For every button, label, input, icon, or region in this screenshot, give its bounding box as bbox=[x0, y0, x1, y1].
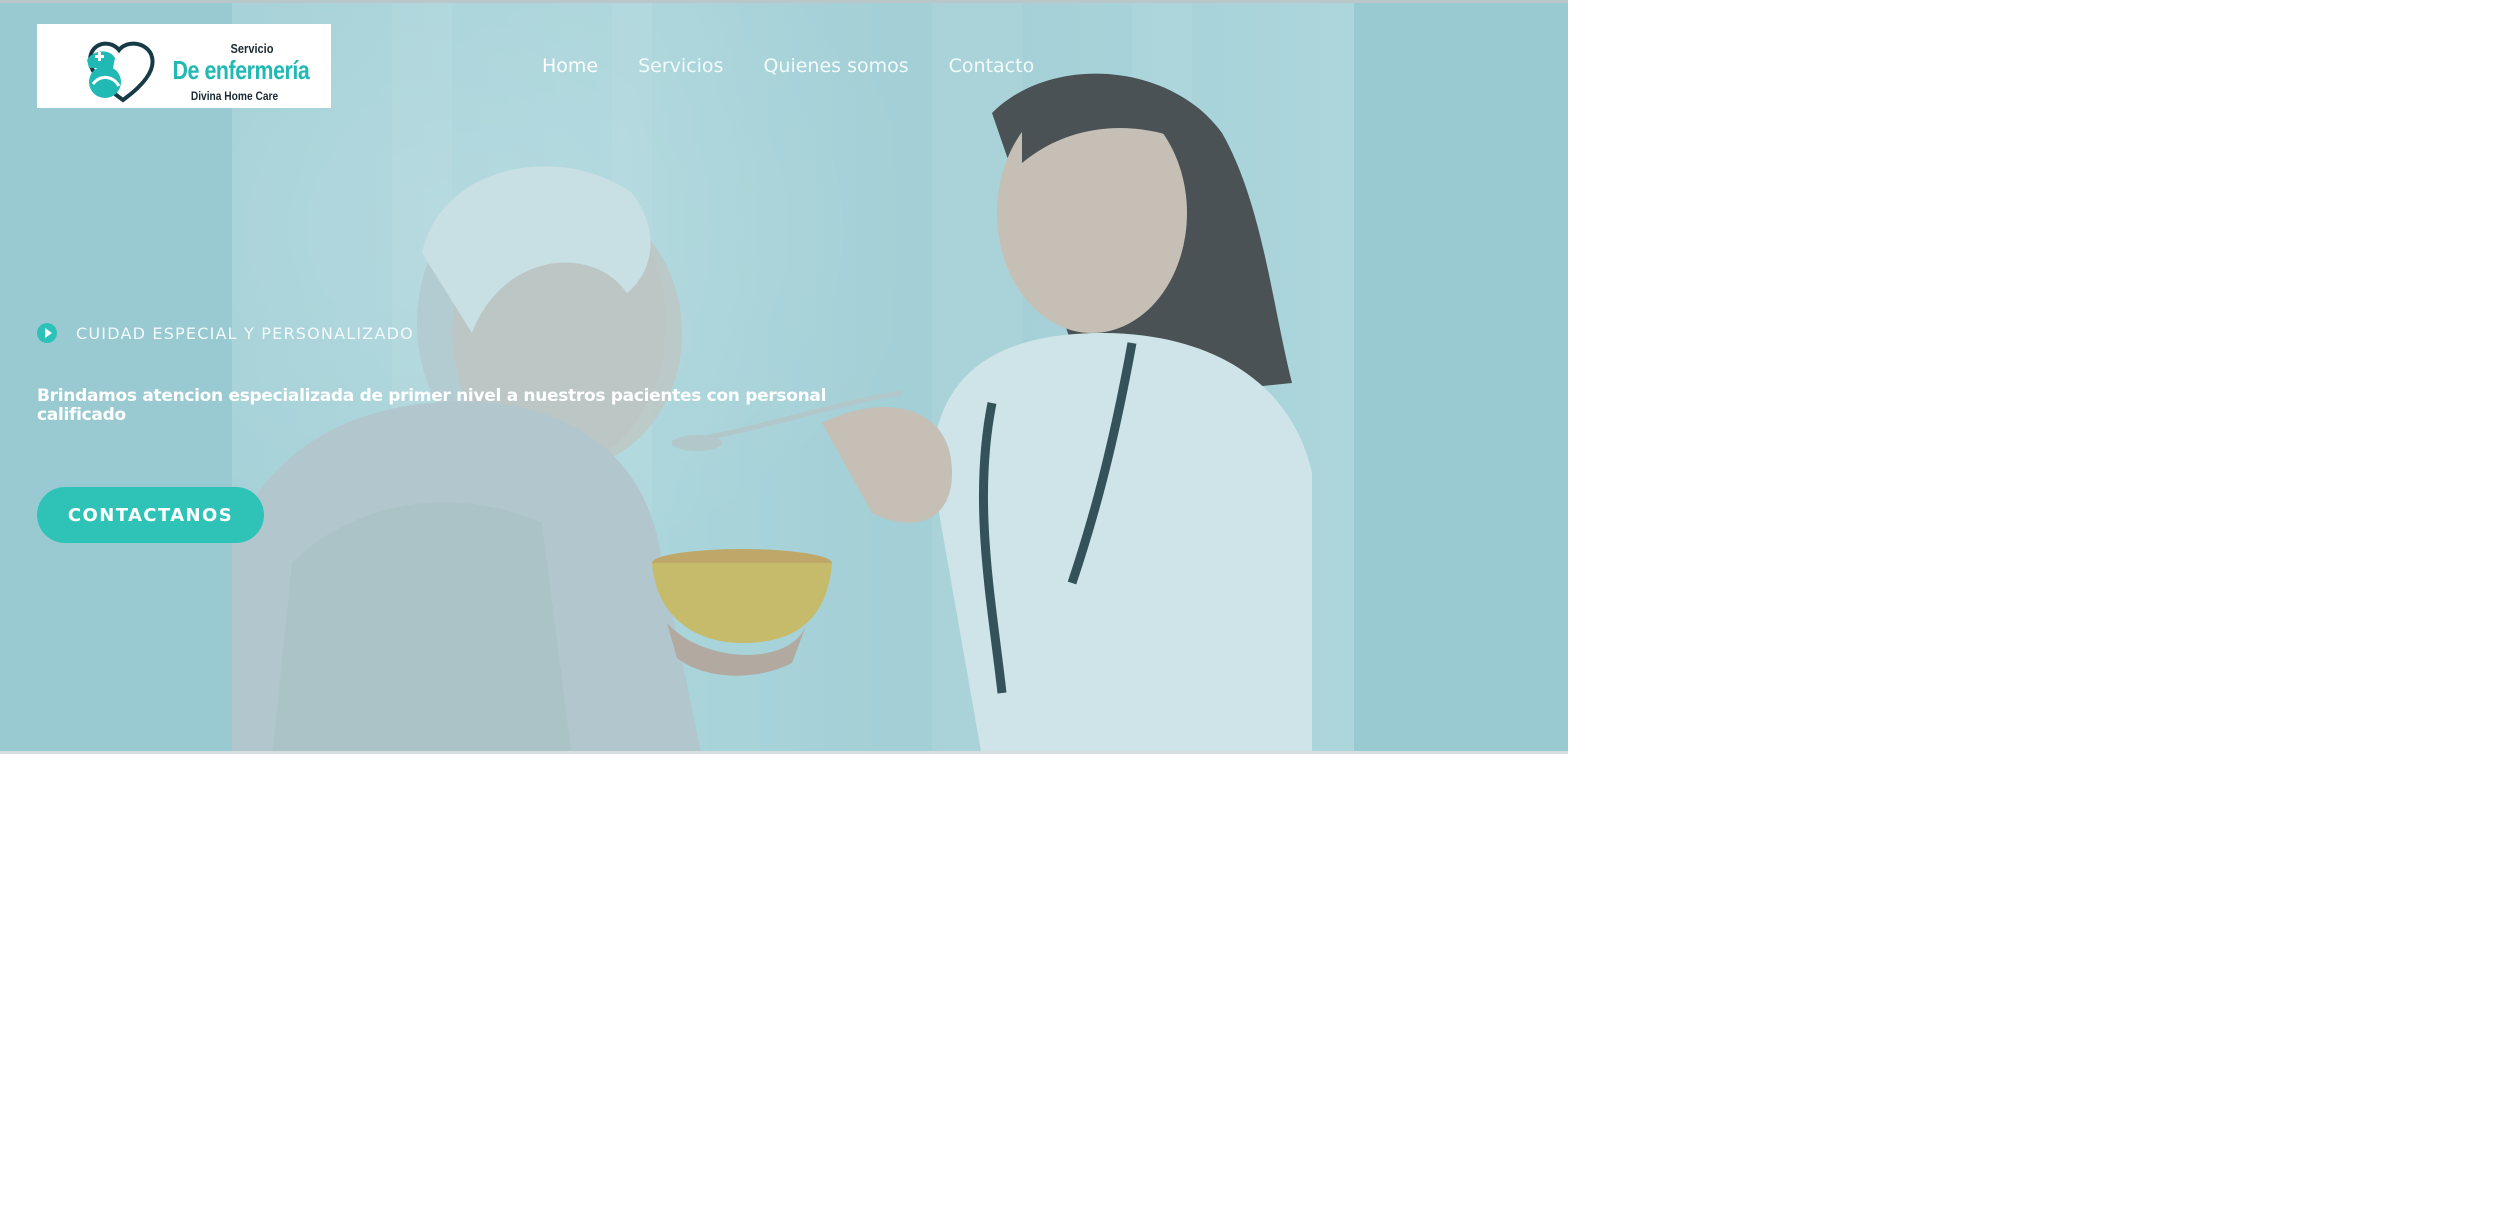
nurse-heart-logo-icon bbox=[87, 41, 155, 103]
hero-eyebrow-text: CUIDAD ESPECIAL Y PERSONALIZADO bbox=[76, 323, 414, 343]
site-logo[interactable]: Servicio De enfermería Divina Home Care bbox=[37, 24, 331, 108]
hero-headline: Brindamos atencion especializada de prim… bbox=[37, 386, 827, 425]
logo-text-servicio: Servicio bbox=[230, 41, 274, 56]
nav-link-contacto[interactable]: Contacto bbox=[949, 55, 1035, 77]
logo-text-de-enfermeria: De enfermería bbox=[172, 55, 310, 85]
hero-photo bbox=[232, 3, 1354, 751]
nav-link-servicios[interactable]: Servicios bbox=[638, 55, 723, 77]
page: Servicio De enfermería Divina Home Care … bbox=[0, 0, 1568, 754]
play-circle-icon bbox=[37, 323, 57, 343]
hero-illustration bbox=[232, 73, 1312, 751]
hero-eyebrow: CUIDAD ESPECIAL Y PERSONALIZADO bbox=[37, 323, 414, 343]
contactanos-button[interactable]: CONTACTANOS bbox=[37, 487, 264, 543]
main-nav: Home Servicios Quienes somos Contacto bbox=[542, 55, 1074, 77]
nav-link-quienes-somos[interactable]: Quienes somos bbox=[763, 55, 908, 77]
logo-text-divina-home-care: Divina Home Care bbox=[190, 89, 279, 103]
nav-link-home[interactable]: Home bbox=[542, 55, 598, 77]
